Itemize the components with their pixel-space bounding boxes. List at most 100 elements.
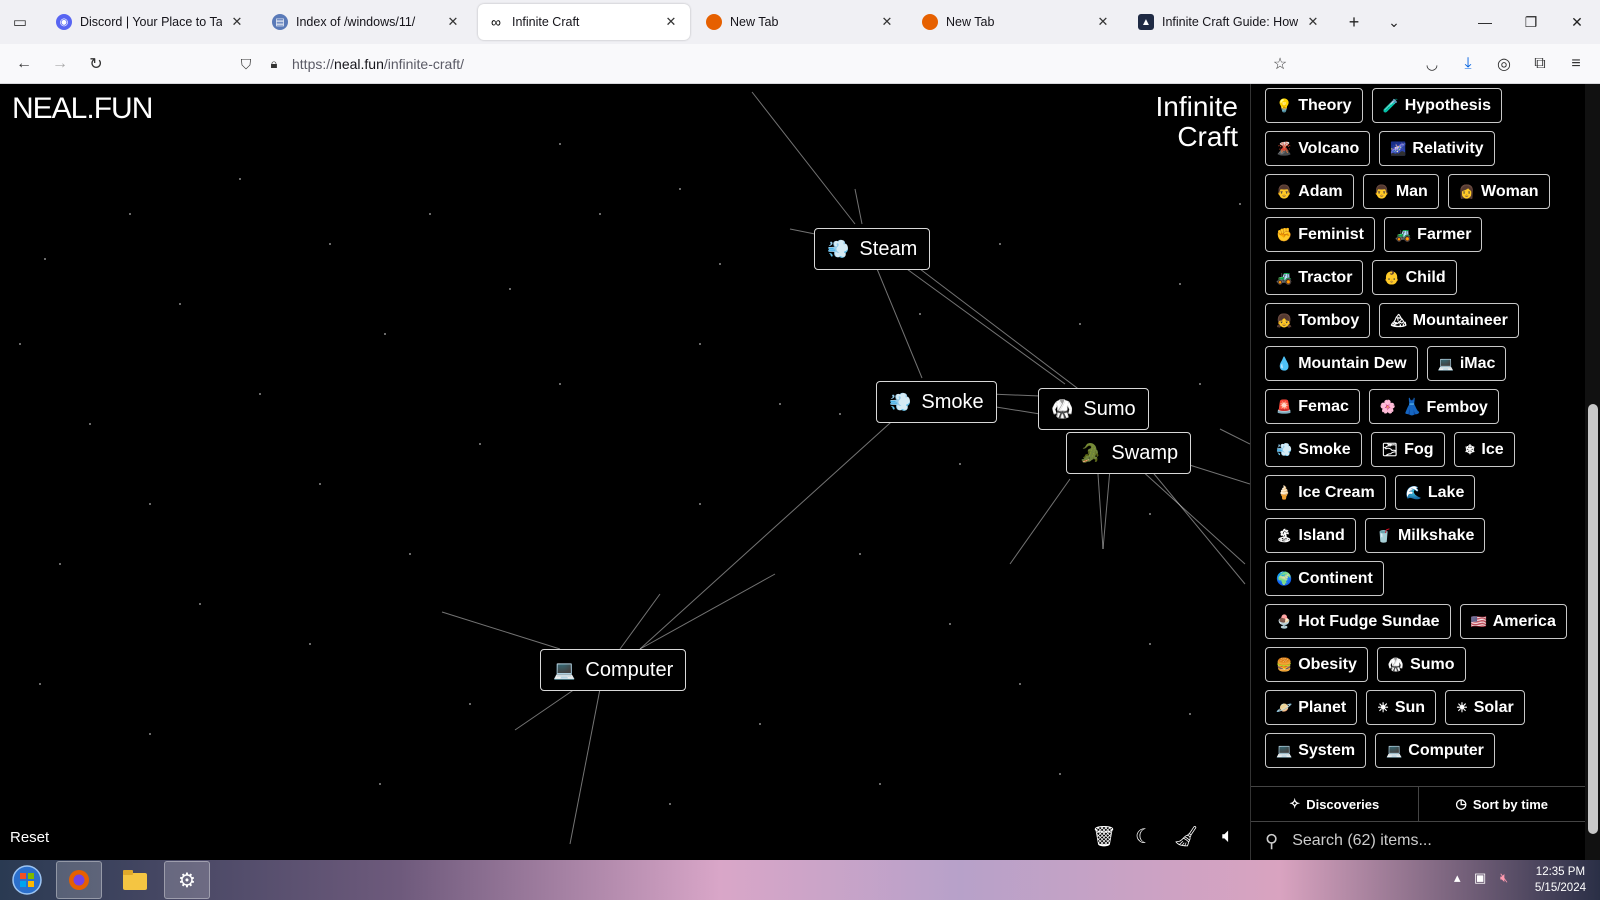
item-chip[interactable]: 🌋 Volcano	[1265, 131, 1371, 166]
item-chip[interactable]: 🌸 👗 Femboy	[1368, 389, 1499, 424]
item-chip[interactable]: ❄ Ice	[1453, 432, 1515, 467]
item-emoji-icon: 🚜	[1276, 269, 1293, 285]
broom-icon[interactable]: 🧹︎	[1172, 822, 1200, 850]
item-chip[interactable]: 💻 System	[1265, 733, 1367, 768]
item-row: 👧 Tomboy 🏔 Mountaineer	[1265, 303, 1575, 338]
url-bar[interactable]: https://neal.fun/infinite-craft/	[292, 49, 1272, 79]
close-tab-icon[interactable]: ✕	[228, 14, 246, 30]
download-icon[interactable]: ⤓	[1454, 50, 1482, 78]
back-arrow-icon[interactable]: ←	[10, 50, 38, 78]
system-clock[interactable]: 12:35 PM 5/15/2024	[1535, 864, 1586, 896]
volume-muted-icon[interactable]: 🔇︎	[1500, 870, 1508, 886]
lock-icon[interactable]: 🔒︎	[260, 50, 288, 78]
neal-fun-logo[interactable]: NEAL.FUN	[12, 92, 153, 126]
item-chip[interactable]: 🌫 Fog	[1370, 432, 1445, 467]
item-chip[interactable]: 👩 Woman	[1447, 174, 1550, 209]
sidebar-scrollbar[interactable]	[1585, 84, 1600, 860]
item-label: Adam	[1298, 182, 1343, 200]
tray-expand-icon[interactable]: ▴	[1454, 870, 1461, 886]
item-row: 💡 Theory 🧪 Hypothesis	[1265, 88, 1575, 123]
guide-site-icon: ▲	[1138, 14, 1154, 30]
file-explorer-icon[interactable]	[112, 861, 158, 899]
item-chip[interactable]: 💻 Computer	[1375, 733, 1495, 768]
menu-hamburger-icon[interactable]: ≡	[1562, 50, 1590, 78]
item-chip[interactable]: 🍔 Obesity	[1265, 647, 1368, 682]
reset-button[interactable]: Reset	[10, 829, 49, 846]
reload-icon[interactable]: ↻	[82, 50, 110, 78]
close-tab-icon[interactable]: ✕	[1304, 14, 1322, 30]
element-node-smoke[interactable]: 💨 Smoke	[876, 381, 997, 423]
item-chip[interactable]: 🌌 Relativity	[1379, 131, 1495, 166]
craft-canvas[interactable]: NEAL.FUN Infinite Craft 💨 Steam 💨 Smoke …	[0, 84, 1250, 860]
sound-icon[interactable]: 🔈︎	[1214, 822, 1242, 850]
tab-new-tab-2[interactable]: New Tab ✕	[912, 4, 1122, 40]
item-chip[interactable]: 🥋 Sumo	[1376, 647, 1466, 682]
tab-index-windows[interactable]: ▤ Index of /windows/11/ ✕	[262, 4, 472, 40]
tab-discord[interactable]: ◉ Discord | Your Place to Talk and Hang …	[46, 4, 256, 40]
item-chip[interactable]: 💡 Theory	[1265, 88, 1363, 123]
item-chip[interactable]: 🥤 Milkshake	[1364, 518, 1486, 553]
tab-craft-guide[interactable]: ▲ Infinite Craft Guide: How to Make ✕	[1128, 4, 1332, 40]
forward-arrow-icon[interactable]: →	[46, 50, 74, 78]
extensions-icon[interactable]: ⧉	[1526, 50, 1554, 78]
pocket-icon[interactable]: ◡	[1418, 50, 1446, 78]
item-label: Woman	[1481, 182, 1539, 200]
settings-gear-icon[interactable]: ⚙	[164, 861, 210, 899]
item-chip[interactable]: 🚨 Femac	[1265, 389, 1360, 424]
firefox-taskbar-icon[interactable]	[56, 861, 102, 899]
item-emoji-icon: 🚨	[1276, 398, 1293, 414]
tab-list-chevron-icon[interactable]: ⌄	[1379, 0, 1409, 44]
item-chip[interactable]: 💻 iMac	[1426, 346, 1507, 381]
item-chip[interactable]: 🍦 Ice Cream	[1265, 475, 1386, 510]
close-tab-icon[interactable]: ✕	[444, 14, 462, 30]
item-chip[interactable]: 🪐 Planet	[1265, 690, 1358, 725]
item-chip[interactable]: 🏝 Island	[1265, 518, 1356, 553]
element-node-computer[interactable]: 💻 Computer	[540, 649, 687, 691]
item-chip[interactable]: 🚜 Tractor	[1265, 260, 1364, 295]
tab-overview-icon[interactable]: ▭	[0, 0, 40, 44]
dark-mode-moon-icon[interactable]: ☾	[1130, 822, 1158, 850]
close-tab-icon[interactable]: ✕	[878, 14, 896, 30]
item-chip[interactable]: 👨 Adam	[1265, 174, 1354, 209]
close-tab-icon[interactable]: ✕	[1094, 14, 1112, 30]
item-chip[interactable]: 💧 Mountain Dew	[1265, 346, 1418, 381]
item-label: Milkshake	[1397, 526, 1475, 544]
discoveries-button[interactable]: ✧ Discoveries	[1251, 787, 1418, 821]
tab-infinite-craft[interactable]: ∞ Infinite Craft ✕	[478, 4, 690, 40]
item-chip[interactable]: 💨 Smoke	[1265, 432, 1362, 467]
item-chip[interactable]: 🍨 Hot Fudge Sundae	[1265, 604, 1451, 639]
restore-icon[interactable]: ❐	[1508, 0, 1554, 44]
windows-taskbar: ⚙ ▴ ▣ 🔇︎ 12:35 PM 5/15/2024	[0, 860, 1600, 900]
item-chip[interactable]: 🏔 Mountaineer	[1379, 303, 1519, 338]
scrollbar-thumb[interactable]	[1588, 404, 1598, 834]
item-chip[interactable]: 🌍 Continent	[1265, 561, 1384, 596]
sort-by-time-button[interactable]: ◷ Sort by time	[1417, 787, 1586, 821]
new-tab-plus-icon[interactable]: +	[1339, 0, 1369, 44]
element-node-sumo[interactable]: 🥋 Sumo	[1038, 388, 1149, 430]
item-chip[interactable]: ☀ Solar	[1445, 690, 1525, 725]
bookmark-star-icon[interactable]: ☆	[1266, 50, 1294, 78]
minimize-icon[interactable]: —	[1462, 0, 1508, 44]
item-chip[interactable]: 👶 Child	[1372, 260, 1457, 295]
close-window-icon[interactable]: ✕	[1554, 0, 1600, 44]
item-chip[interactable]: 👨 Man	[1362, 174, 1439, 209]
element-node-steam[interactable]: 💨 Steam	[814, 228, 931, 270]
element-node-swamp[interactable]: 🐊 Swamp	[1066, 432, 1192, 474]
start-button-icon[interactable]	[4, 861, 50, 899]
shield-icon[interactable]: ⛉	[232, 50, 260, 78]
item-emoji-icon: ☀	[1456, 699, 1468, 715]
item-chip[interactable]: 👧 Tomboy	[1265, 303, 1371, 338]
account-icon[interactable]: ◎	[1490, 50, 1518, 78]
item-label: Farmer	[1417, 225, 1472, 243]
item-chip[interactable]: 🚜 Farmer	[1383, 217, 1483, 252]
item-chip[interactable]: 🇺🇸 America	[1459, 604, 1567, 639]
search-input[interactable]	[1292, 832, 1543, 850]
close-tab-icon[interactable]: ✕	[662, 14, 680, 30]
tab-new-tab-1[interactable]: New Tab ✕	[696, 4, 906, 40]
trash-icon[interactable]: 🗑︎	[1090, 822, 1118, 850]
item-chip[interactable]: ✊ Feminist	[1265, 217, 1375, 252]
network-icon[interactable]: ▣	[1474, 870, 1486, 886]
item-chip[interactable]: 🧪 Hypothesis	[1371, 88, 1502, 123]
item-chip[interactable]: ☀ Sun	[1366, 690, 1437, 725]
item-chip[interactable]: 🌊 Lake	[1394, 475, 1476, 510]
